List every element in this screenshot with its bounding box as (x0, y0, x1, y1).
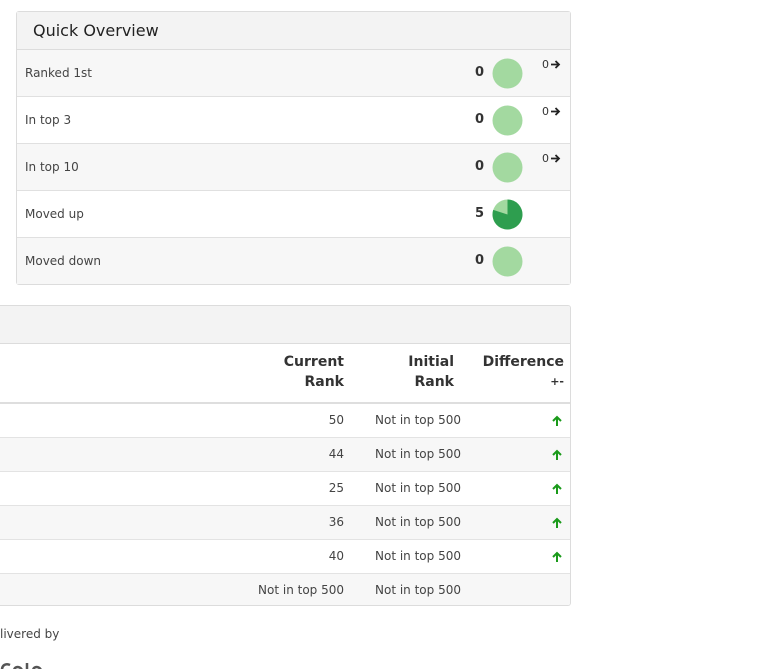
provider-logo-icon (0, 662, 42, 669)
column-header-difference[interactable]: Difference +- (464, 352, 564, 392)
overview-row-label: Moved down (25, 254, 101, 268)
overview-row-count: 0 (474, 112, 484, 127)
table-column-headers: Current Rank Initial Rank Difference +- (0, 344, 570, 404)
overview-row-label: Moved up (25, 207, 84, 221)
overview-pie-icon (492, 152, 523, 183)
cell-initial-rank: Not in top 500 (375, 515, 461, 529)
overview-title: Quick Overview (33, 21, 159, 40)
column-header-initial-line2: Rank (414, 374, 454, 390)
cell-current-rank: 36 (328, 515, 344, 529)
column-header-initial-rank[interactable]: Initial Rank (364, 352, 454, 392)
column-header-current-line1: Current (283, 354, 344, 370)
cell-current-rank: 50 (328, 413, 344, 427)
rankings-table-panel: Current Rank Initial Rank Difference +- … (0, 305, 571, 606)
cell-current-rank: 25 (328, 481, 344, 495)
pie-background (492, 152, 523, 183)
pie-background (492, 246, 523, 277)
overview-change-value: 0 (542, 152, 549, 165)
arrow-right-icon (551, 107, 561, 116)
table-row: 25 Not in top 500 (0, 472, 570, 506)
cell-initial-rank: Not in top 500 (375, 549, 461, 563)
overview-pie-icon (492, 105, 523, 136)
arrow-up-icon (551, 449, 563, 461)
cell-current-rank: Not in top 500 (258, 583, 344, 597)
arrow-up-icon (551, 551, 563, 563)
overview-row-count: 0 (474, 253, 484, 268)
cell-initial-rank: Not in top 500 (375, 413, 461, 427)
overview-row: Moved down 0 (17, 238, 570, 284)
column-header-current-rank[interactable]: Current Rank (254, 352, 344, 392)
overview-row-label: Ranked 1st (25, 66, 92, 80)
cell-initial-rank: Not in top 500 (375, 447, 461, 461)
column-header-current-line2: Rank (304, 374, 344, 390)
overview-change-value: 0 (542, 105, 549, 118)
cell-current-rank: 40 (328, 549, 344, 563)
quick-overview-panel: Quick Overview Ranked 1st 0 0 In top 3 0 0 In … (16, 11, 571, 285)
arrow-up-icon (551, 415, 563, 427)
overview-row-label: In top 10 (25, 160, 79, 174)
cell-current-rank: 44 (328, 447, 344, 461)
overview-pie-icon (492, 58, 523, 89)
table-header-bar (0, 306, 570, 344)
table-row: Not in top 500 Not in top 500 (0, 574, 570, 605)
table-body: 50 Not in top 500 44 Not in top 500 25 Not in… (0, 404, 570, 605)
overview-row-label: In top 3 (25, 113, 72, 127)
overview-row-count: 5 (474, 206, 484, 221)
delivered-by-text: livered by (0, 627, 60, 641)
column-header-initial-line1: Initial (408, 354, 454, 370)
overview-row: Moved up 5 (17, 191, 570, 238)
cell-initial-rank: Not in top 500 (375, 583, 461, 597)
overview-change-link[interactable]: 0 (542, 58, 561, 71)
column-header-difference-line2: +- (550, 375, 564, 388)
overview-row-count: 0 (474, 65, 484, 80)
overview-change-link[interactable]: 0 (542, 152, 561, 165)
overview-row: Ranked 1st 0 0 (17, 50, 570, 97)
overview-change-link[interactable]: 0 (542, 105, 561, 118)
arrow-up-icon (551, 483, 563, 495)
overview-change-value: 0 (542, 58, 549, 71)
cell-initial-rank: Not in top 500 (375, 481, 461, 495)
overview-pie-icon (492, 246, 523, 277)
arrow-right-icon (551, 60, 561, 69)
overview-header: Quick Overview (17, 12, 570, 50)
arrow-right-icon (551, 154, 561, 163)
overview-row: In top 10 0 0 (17, 144, 570, 191)
column-header-difference-line1: Difference (482, 354, 564, 370)
table-row: 40 Not in top 500 (0, 540, 570, 574)
arrow-up-icon (551, 517, 563, 529)
table-row: 44 Not in top 500 (0, 438, 570, 472)
overview-pie-icon (492, 199, 523, 230)
provider-logo (0, 655, 60, 669)
overview-row: In top 3 0 0 (17, 97, 570, 144)
table-row: 50 Not in top 500 (0, 404, 570, 438)
table-row: 36 Not in top 500 (0, 506, 570, 540)
pie-background (492, 58, 523, 89)
overview-rows: Ranked 1st 0 0 In top 3 0 0 In top 10 0 0 Moved u… (17, 50, 570, 284)
pie-background (492, 105, 523, 136)
overview-row-count: 0 (474, 159, 484, 174)
